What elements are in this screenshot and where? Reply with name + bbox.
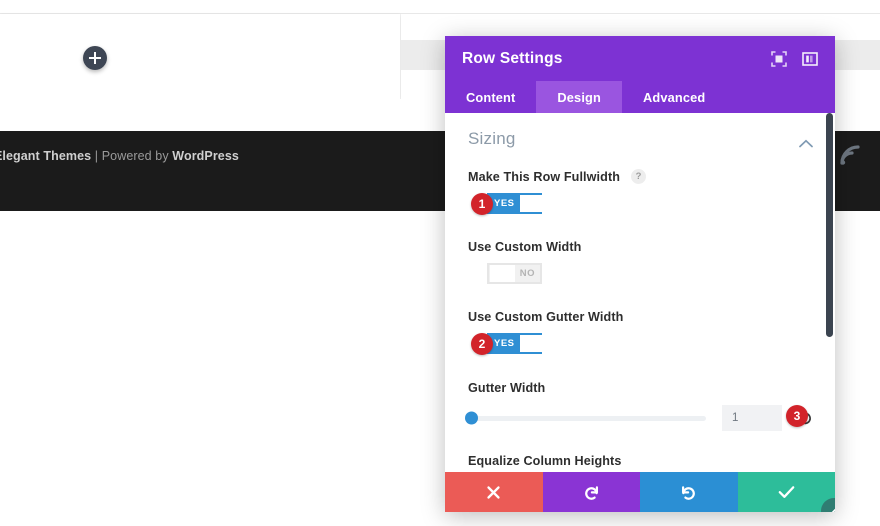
- label-make-this-row-fullwidth: Make This Row Fullwidth ?: [468, 169, 813, 184]
- gutter-width-slider-row: 3: [465, 404, 813, 432]
- step-badge-3: 3: [786, 405, 808, 427]
- modal-title: Row Settings: [462, 49, 563, 67]
- save-button[interactable]: [737, 472, 835, 512]
- toggle-value-label: NO: [519, 268, 535, 279]
- tab-design[interactable]: Design: [536, 81, 622, 113]
- toggle-value-label: YES: [494, 198, 515, 209]
- field-make-this-row-fullwidth: Make This Row Fullwidth ? 1 YES: [468, 169, 813, 215]
- footer-brand: Elegant Themes: [0, 149, 92, 163]
- label-text: Gutter Width: [468, 381, 546, 395]
- toggle-use-custom-gutter-width[interactable]: YES: [487, 333, 545, 354]
- footer-separator: |: [91, 149, 102, 163]
- gutter-width-input[interactable]: [722, 405, 782, 431]
- tab-content[interactable]: Content: [445, 81, 536, 113]
- layout-columns-icon[interactable]: [799, 48, 821, 70]
- fullscreen-expand-icon[interactable]: [768, 48, 790, 70]
- modal-action-bar: [445, 472, 835, 512]
- footer-credit-text: y Elegant Themes | Powered by WordPress: [0, 149, 239, 163]
- close-x-icon: [487, 485, 500, 499]
- modal-titlebar: Row Settings: [445, 36, 835, 81]
- label-use-custom-width: Use Custom Width: [468, 240, 813, 254]
- label-use-custom-gutter-width: Use Custom Gutter Width: [468, 310, 813, 324]
- undo-arrow-icon: [584, 485, 598, 500]
- toggle-knob: [489, 265, 515, 282]
- toggle-row-custom-width: NO: [468, 263, 813, 285]
- sizing-section-header[interactable]: Sizing: [468, 129, 813, 149]
- field-use-custom-width: Use Custom Width NO: [468, 240, 813, 285]
- footer-platform: WordPress: [172, 149, 239, 163]
- checkmark-icon: [778, 486, 795, 498]
- field-use-custom-gutter-width: Use Custom Gutter Width 2 YES: [468, 310, 813, 355]
- add-module-button[interactable]: [83, 46, 107, 70]
- row-settings-modal: Row Settings Content Design Advanced Siz…: [445, 36, 835, 512]
- chevron-up-icon[interactable]: [799, 135, 813, 147]
- label-equalize-column-heights: Equalize Column Heights: [468, 454, 813, 468]
- field-equalize-column-heights: Equalize Column Heights 4 YES: [468, 454, 813, 472]
- canvas-top-strip: [0, 0, 880, 14]
- label-text: Equalize Column Heights: [468, 454, 622, 468]
- step-badge-1: 1: [471, 193, 493, 215]
- redo-button[interactable]: [640, 472, 738, 512]
- section-title: Sizing: [468, 129, 516, 148]
- canvas-row-block: [0, 14, 400, 99]
- tab-advanced[interactable]: Advanced: [622, 81, 726, 113]
- step-badge-2: 2: [471, 333, 493, 355]
- settings-scroll-area: Sizing Make This Row Fullwidth ? 1 YES U…: [445, 113, 835, 472]
- toggle-make-this-row-fullwidth[interactable]: YES: [487, 193, 545, 214]
- label-text: Make This Row Fullwidth: [468, 169, 621, 184]
- redo-arrow-icon: [682, 485, 696, 500]
- toggle-row-custom-gutter: 2 YES: [468, 333, 813, 355]
- toggle-row-fullwidth: 1 YES: [468, 193, 813, 215]
- toggle-knob: [519, 195, 545, 212]
- slider-handle[interactable]: [465, 411, 478, 425]
- modal-tabs: Content Design Advanced: [445, 81, 835, 113]
- modal-body: Sizing Make This Row Fullwidth ? 1 YES U…: [445, 113, 835, 472]
- scrollbar-thumb[interactable]: [826, 113, 833, 337]
- label-text: Use Custom Gutter Width: [468, 310, 624, 324]
- cancel-button[interactable]: [445, 472, 543, 512]
- toggle-use-custom-width[interactable]: NO: [487, 263, 542, 284]
- vertical-scrollbar[interactable]: [826, 113, 833, 472]
- toggle-value-label: YES: [494, 338, 515, 349]
- label-text: Use Custom Width: [468, 240, 582, 254]
- undo-button[interactable]: [542, 472, 640, 512]
- gutter-width-slider[interactable]: [465, 411, 706, 425]
- rss-icon: [838, 143, 864, 169]
- footer-powered-prefix: Powered by: [101, 149, 173, 163]
- toggle-knob: [519, 335, 545, 352]
- help-icon[interactable]: ?: [631, 169, 647, 184]
- label-gutter-width: Gutter Width: [468, 381, 813, 395]
- field-gutter-width: Gutter Width 3: [465, 381, 813, 432]
